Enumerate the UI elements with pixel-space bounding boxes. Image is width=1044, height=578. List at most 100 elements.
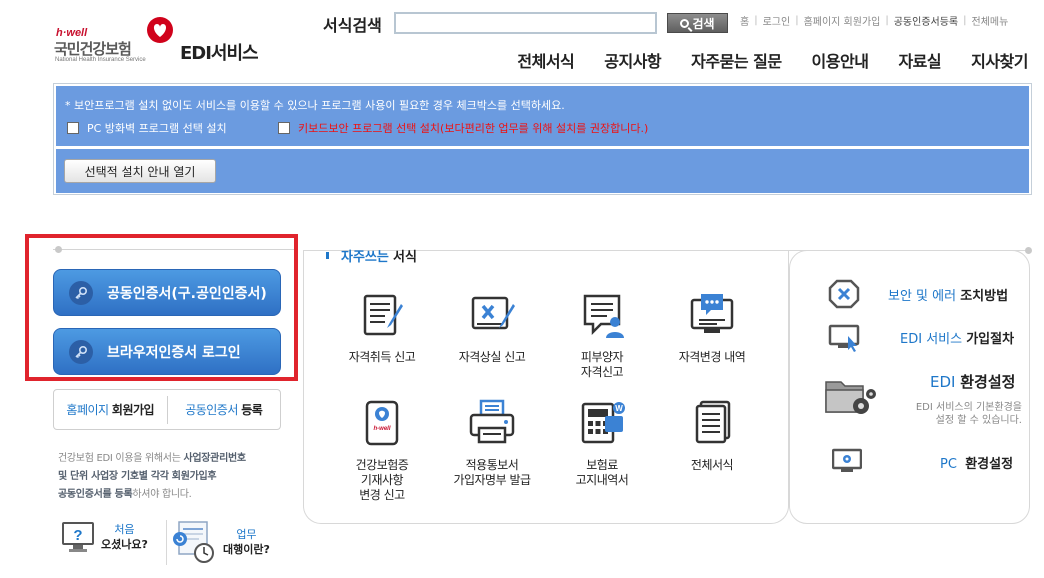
security-error-label: 보안 및 에러 조치방법 (888, 285, 1008, 304)
security-label-dark: 조치방법 (960, 288, 1009, 304)
heart-logo-icon (147, 17, 173, 43)
util-home[interactable]: 홈 (740, 13, 749, 28)
first-visit-link[interactable]: ? 처음 오셨나요? (61, 520, 148, 554)
agency-info-line1: 업무 (236, 528, 257, 541)
divider: | (795, 15, 799, 26)
install-guide-button[interactable]: 선택적 설치 안내 열기 (64, 159, 216, 183)
login-description: 건강보험 EDI 이용을 위해서는 사업장관리번호 및 단위 사업장 기호별 각… (58, 450, 292, 504)
login-highlight-box (25, 234, 298, 381)
form-label: 전체서식 (690, 458, 734, 472)
agency-info-link[interactable]: 업무 대행이란? (171, 520, 270, 564)
search-input[interactable] (394, 12, 657, 34)
form-notice-roster-issue[interactable]: 적용통보서 가입자명부 발급 (442, 398, 542, 488)
desc-bold-3: 공동인증서를 등록 (58, 489, 133, 500)
pc-settings-link[interactable]: PC 환경설정 (832, 448, 1013, 476)
edi-settings-description: EDI 서비스의 기본환경을 설정 할 수 있습니다. (915, 402, 1022, 426)
firewall-option-label: PC 방화벽 프로그램 선택 설치 (87, 122, 227, 135)
printer-icon (469, 399, 515, 444)
firewall-option[interactable]: PC 방화벽 프로그램 선택 설치 (67, 120, 227, 136)
insurance-card-icon: h-well (365, 400, 399, 446)
desc-bold-1: 사업장관리번호 (183, 453, 246, 464)
document-cancel-icon (471, 296, 515, 330)
brand-name: 국민건강보험 (54, 40, 132, 58)
svg-text:W: W (615, 404, 623, 413)
divider: | (885, 15, 889, 26)
monitor-cursor-icon (828, 324, 860, 352)
security-error-link[interactable]: 보안 및 에러 조치방법 (828, 279, 1008, 309)
form-insurance-card-change[interactable]: h-well 건강보험증 기재사항 변경 신고 (332, 398, 432, 503)
divider: | (963, 15, 967, 26)
first-visit-line2: 오셨나요? (101, 538, 148, 551)
signup-label-blue: 홈페이지 (66, 403, 109, 417)
form-all-forms[interactable]: 전체서식 (662, 398, 762, 473)
calculator-icon: W (581, 402, 625, 444)
util-login[interactable]: 로그인 (763, 13, 791, 28)
desc-text-1: 건강보험 EDI 이용을 위해서는 (58, 453, 184, 464)
signup-label-dark: 회원가입 (111, 403, 155, 417)
edi-join-label: EDI 서비스 가입절차 (900, 328, 1014, 347)
svg-text:h-well: h-well (373, 426, 390, 432)
error-octagon-icon (828, 279, 860, 309)
nav-all-forms[interactable]: 전체서식 (517, 48, 574, 72)
nav-guide[interactable]: 이용안내 (812, 48, 869, 72)
form-dependent-report[interactable]: 피부양자 자격신고 (552, 290, 652, 380)
form-premium-statement[interactable]: W 보험료 고지내역서 (552, 398, 652, 488)
cert-register-label-dark: 등록 (241, 403, 263, 417)
form-label: 보험료 고지내역서 (575, 458, 629, 487)
edi-join-procedure-link[interactable]: EDI 서비스 가입절차 (828, 322, 1014, 352)
dependent-person-icon (583, 294, 624, 338)
keyboard-security-option[interactable]: 키보드보안 프로그램 선택 설치(보다편리한 업무를 위해 설치를 권장합니다.… (278, 120, 648, 136)
first-visit-label: 처음 오셨나요? (101, 522, 148, 552)
nav-faq[interactable]: 자주묻는 질문 (691, 48, 782, 72)
form-acquisition-report[interactable]: 자격취득 신고 (332, 290, 432, 365)
monitor-question-icon: ? (62, 522, 94, 552)
agency-clock-icon (173, 521, 214, 563)
document-pen-icon (363, 294, 403, 336)
cert-register-link[interactable]: 공동인증서 등록 (168, 401, 281, 418)
agency-info-line2: 대행이란? (223, 543, 270, 556)
search-button-label: 검색 (692, 16, 715, 31)
main-navigation: 전체서식 공지사항 자주묻는 질문 이용안내 자료실 지사찾기 (517, 48, 1028, 72)
form-label: 적용통보서 가입자명부 발급 (453, 458, 531, 487)
bullet-icon (326, 252, 333, 259)
forms-title-blue: 자주쓰는 (341, 250, 389, 265)
search-button[interactable]: 검색 (667, 13, 728, 33)
nav-library[interactable]: 자료실 (898, 48, 941, 72)
join-label-blue: EDI 서비스 (900, 331, 963, 347)
nav-notices[interactable]: 공지사항 (604, 48, 661, 72)
frequent-forms-title: 자주쓰는 서식 (326, 246, 417, 265)
join-label-dark: 가입절차 (966, 331, 1015, 347)
homepage-signup-link[interactable]: 홈페이지 회원가입 (54, 401, 167, 418)
search-label: 서식검색 (323, 16, 382, 35)
document-stack-icon (695, 400, 731, 444)
pc-label-blue: PC (940, 456, 957, 472)
form-label: 자격변경 내역 (678, 350, 746, 364)
form-change-history[interactable]: 자격변경 내역 (662, 290, 762, 365)
form-loss-report[interactable]: 자격상실 신고 (442, 290, 542, 365)
util-all-menu[interactable]: 전체메뉴 (972, 13, 1009, 28)
util-cert-register[interactable]: 공동인증서등록 (894, 13, 958, 28)
util-signup[interactable]: 홈페이지 회원가입 (804, 13, 881, 28)
monitor-gear-icon (832, 448, 862, 472)
monitor-chat-icon (690, 294, 734, 333)
edi-settings-title[interactable]: EDI 환경설정 (930, 371, 1015, 392)
search-icon (680, 18, 690, 28)
join-register-box: 홈페이지 회원가입 공동인증서 등록 (53, 389, 281, 430)
agency-info-label: 업무 대행이란? (223, 527, 270, 557)
cert-register-label-blue: 공동인증서 (185, 403, 238, 417)
form-label: 피부양자 자격신고 (580, 350, 624, 379)
svg-text:?: ? (73, 527, 82, 544)
first-visit-line1: 처음 (114, 523, 135, 536)
keyboard-security-checkbox[interactable] (278, 122, 290, 134)
nav-branch-finder[interactable]: 지사찾기 (971, 48, 1028, 72)
env-label-dark: 환경설정 (960, 373, 1016, 391)
forms-title-dark: 서식 (392, 250, 417, 265)
env-label-blue: EDI (930, 373, 956, 391)
keyboard-security-option-label: 키보드보안 프로그램 선택 설치(보다편리한 업무를 위해 설치를 권장합니다.… (298, 122, 649, 135)
notice-message: * 보안프로그램 설치 없이도 서비스를 이용할 수 있으나 프로그램 사용이 … (65, 99, 565, 112)
nhis-logo[interactable]: h·well 국민건강보험 National Health Insurance … (54, 16, 174, 66)
security-notice-panel: * 보안프로그램 설치 없이도 서비스를 이용할 수 있으나 프로그램 사용이 … (53, 83, 1032, 195)
desc-bold-2: 및 단위 사업장 기호별 각각 회원가입후 (58, 471, 217, 482)
form-label: 자격상실 신고 (458, 350, 526, 364)
firewall-checkbox[interactable] (67, 122, 79, 134)
